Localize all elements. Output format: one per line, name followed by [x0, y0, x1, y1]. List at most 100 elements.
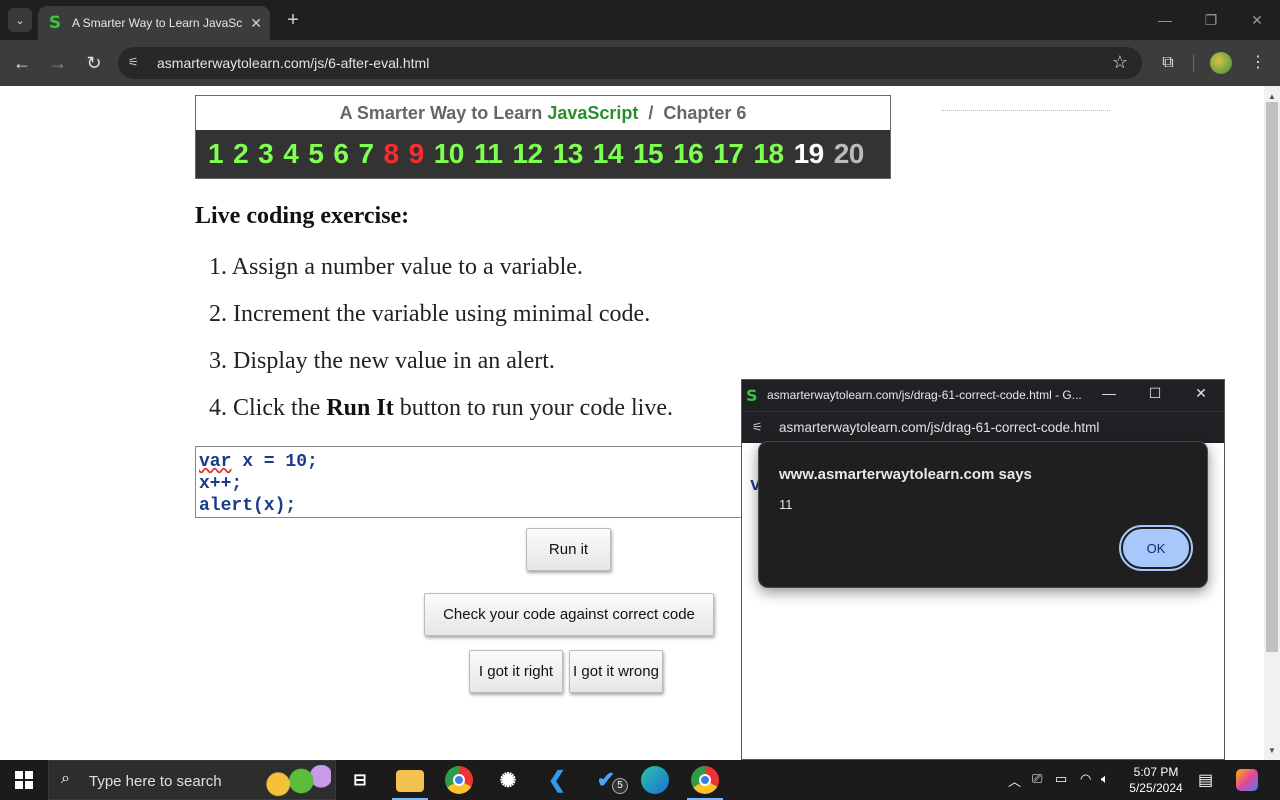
battery-icon[interactable]: ▭	[1055, 771, 1067, 787]
step-text: Click the	[233, 395, 327, 421]
volume-icon[interactable]: 🔈︎	[1101, 771, 1109, 787]
dotted-divider	[942, 110, 1110, 111]
browser-tab-bar: ⌄ S A Smarter Way to Learn JavaScript ✕ …	[0, 0, 1280, 40]
code-line: alert(x);	[199, 496, 297, 516]
windows-taskbar: ⌕ Type here to search ⊟ ✺ ❮ ✔ 5 ︿ ⎚ ▭ ◠ …	[0, 760, 1280, 800]
chapter-link-1[interactable]: 1	[208, 138, 224, 170]
clock-date: 5/25/2024	[1129, 781, 1183, 795]
close-window-icon[interactable]: ✕	[1242, 8, 1272, 32]
chapter-link-13[interactable]: 13	[553, 138, 584, 170]
file-explorer-icon[interactable]	[396, 770, 424, 792]
alert-ok-button[interactable]: OK	[1119, 525, 1193, 571]
chapter-link-9[interactable]: 9	[409, 138, 425, 170]
chapter-link-3[interactable]: 3	[258, 138, 274, 170]
chapter-nav: A Smarter Way to Learn JavaScript / Chap…	[195, 95, 891, 179]
chapter-link-15[interactable]: 15	[633, 138, 664, 170]
step-text: Display the new value in an alert.	[233, 348, 555, 374]
url-text[interactable]: asmarterwaytolearn.com/js/6-after-eval.h…	[157, 55, 429, 71]
step-item: 4. Click the Run It button to run your c…	[209, 395, 673, 442]
notification-icon[interactable]: ▤	[1198, 770, 1213, 790]
edge-icon[interactable]	[641, 766, 669, 794]
task-view-icon[interactable]: ⊟	[346, 766, 374, 794]
chapter-link-19[interactable]: 19	[794, 138, 825, 170]
got-it-wrong-button[interactable]: I got it wrong	[569, 650, 663, 693]
run-it-button[interactable]: Run it	[526, 528, 611, 571]
chapter-link-14[interactable]: 14	[593, 138, 624, 170]
bookmark-star-icon[interactable]: ☆	[1112, 52, 1128, 73]
chapter-number-links: 1 2 3 4 5 6 7 8 9 10 11 12 13 14 15 16 17 18 19 20	[196, 130, 890, 178]
scroll-down-arrow-icon[interactable]: ▼	[1268, 746, 1276, 755]
chapter-title-suffix: / Chapter 6	[638, 103, 747, 123]
tray-chevron-icon[interactable]: ︿	[1008, 771, 1021, 790]
chapter-link-10[interactable]: 10	[434, 138, 465, 170]
step-number: 1.	[209, 254, 227, 280]
extensions-icon[interactable]: ⧉	[1155, 50, 1181, 76]
browser-tab-active[interactable]: S A Smarter Way to Learn JavaScript ✕	[38, 6, 270, 40]
minimize-icon[interactable]: —	[1150, 8, 1180, 32]
toolbar-divider	[1193, 54, 1194, 72]
start-button[interactable]	[0, 760, 48, 800]
popup-close-icon[interactable]: ✕	[1186, 385, 1216, 402]
step-text: Assign a number value to a variable.	[231, 254, 583, 280]
got-it-right-button[interactable]: I got it right	[469, 650, 563, 693]
step-number: 4.	[209, 395, 227, 421]
vscode-icon[interactable]: ❮	[543, 766, 571, 794]
chrome-active-icon[interactable]	[691, 766, 719, 794]
chapter-link-4[interactable]: 4	[283, 138, 299, 170]
profile-avatar[interactable]	[1210, 52, 1232, 74]
taskbar-search[interactable]: ⌕ Type here to search	[48, 760, 336, 800]
popup-url-bar: ⚟ asmarterwaytolearn.com/js/drag-61-corr…	[742, 411, 1224, 443]
clock-time: 5:07 PM	[1133, 765, 1179, 779]
chapter-link-16[interactable]: 16	[673, 138, 704, 170]
popup-site-info-icon[interactable]: ⚟	[752, 420, 763, 434]
taskbar-clock[interactable]: 5:07 PM 5/25/2024	[1124, 764, 1188, 796]
chapter-link-18[interactable]: 18	[753, 138, 784, 170]
tab-search-dropdown-icon[interactable]: ⌄	[8, 8, 32, 32]
site-info-icon[interactable]: ⚟	[128, 55, 139, 69]
forward-icon[interactable]: →	[45, 50, 71, 76]
popup-favicon-icon: S	[746, 386, 758, 405]
popup-title-bar[interactable]: S asmarterwaytolearn.com/js/drag-61-corr…	[742, 380, 1224, 411]
chatgpt-icon[interactable]: ✺	[494, 766, 522, 794]
scroll-up-arrow-icon[interactable]: ▲	[1268, 92, 1276, 101]
wifi-icon[interactable]: ◠	[1080, 771, 1091, 787]
windows-logo-icon	[15, 771, 33, 789]
chapter-link-5[interactable]: 5	[308, 138, 324, 170]
chapter-link-2[interactable]: 2	[233, 138, 249, 170]
exercise-steps: 1. Assign a number value to a variable. …	[209, 254, 673, 442]
chapter-link-7[interactable]: 7	[358, 138, 374, 170]
back-icon[interactable]: ←	[9, 50, 35, 76]
chapter-link-12[interactable]: 12	[512, 138, 543, 170]
search-icon: ⌕	[61, 770, 70, 787]
reload-icon[interactable]: ↻	[81, 50, 107, 76]
tab-close-icon[interactable]: ✕	[250, 14, 262, 32]
menu-icon[interactable]: ⋮	[1245, 50, 1271, 76]
code-editor[interactable]: var x = 10; x++; alert(x);	[195, 446, 755, 518]
step-text: button to run your code live.	[393, 395, 673, 421]
popup-title: asmarterwaytolearn.com/js/drag-61-correc…	[767, 388, 1082, 402]
step-item: 1. Assign a number value to a variable.	[209, 254, 673, 301]
search-placeholder: Type here to search	[89, 773, 222, 790]
address-bar[interactable]: ⚟ asmarterwaytolearn.com/js/6-after-eval…	[118, 47, 1142, 79]
step-text-bold: Run It	[326, 395, 394, 421]
exercise-heading: Live coding exercise:	[195, 203, 410, 229]
chapter-link-8[interactable]: 8	[384, 138, 400, 170]
meet-now-icon[interactable]: ⎚	[1032, 771, 1042, 787]
check-code-button[interactable]: Check your code against correct code	[424, 593, 714, 636]
chapter-link-20[interactable]: 20	[834, 138, 865, 170]
chrome-icon[interactable]	[445, 766, 473, 794]
code-text: x = 10;	[231, 452, 318, 472]
step-number: 2.	[209, 301, 227, 327]
popup-minimize-icon[interactable]: —	[1094, 385, 1124, 401]
copilot-icon[interactable]	[1236, 769, 1258, 791]
todo-badge: 5	[612, 778, 628, 794]
chapter-link-11[interactable]: 11	[474, 138, 503, 170]
alert-dialog: www.asmarterwaytolearn.com says 11 OK	[758, 441, 1208, 588]
chapter-link-6[interactable]: 6	[333, 138, 349, 170]
popup-maximize-icon[interactable]: ☐	[1140, 385, 1170, 402]
scrollbar-thumb[interactable]	[1266, 102, 1278, 652]
restore-icon[interactable]: ❐	[1196, 8, 1226, 32]
new-tab-icon[interactable]: +	[282, 8, 304, 32]
chapter-title-js: JavaScript	[547, 103, 639, 123]
chapter-link-17[interactable]: 17	[713, 138, 744, 170]
